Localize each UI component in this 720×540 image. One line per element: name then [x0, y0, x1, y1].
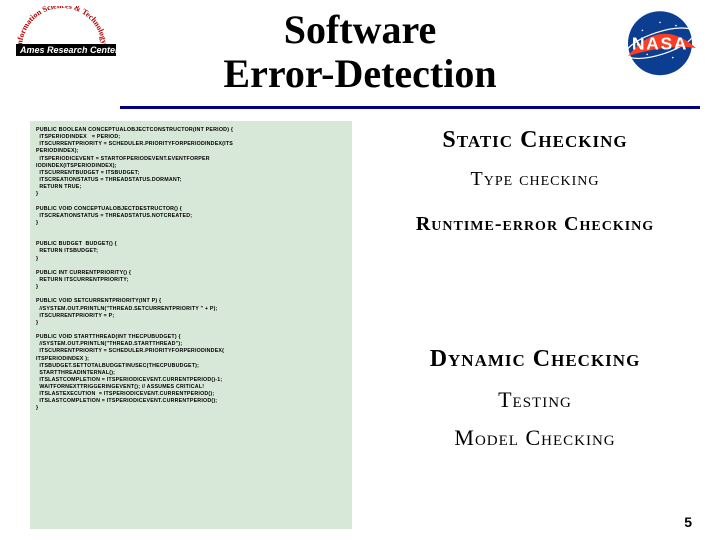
ames-arc-text: Information Sciences & Technology: [15, 6, 109, 48]
dynamic-checking-heading: Dynamic Checking: [370, 346, 700, 373]
code-sample: public boolean ConceptualObjectConstruct…: [30, 121, 352, 529]
testing-item: Testing: [370, 387, 700, 413]
svg-text:Information Sciences & Technol: Information Sciences & Technology: [15, 6, 109, 48]
slide-title: Software Error-Detection: [20, 8, 700, 96]
nasa-text: NASA: [632, 34, 688, 54]
ames-label: Ames Research Center: [19, 45, 119, 55]
slide-body: public boolean ConceptualObjectConstruct…: [0, 115, 720, 539]
runtime-error-checking-item: Runtime-error Checking: [370, 213, 700, 236]
page-number: 5: [684, 514, 692, 530]
type-checking-item: Type checking: [370, 168, 700, 191]
header-divider: [120, 106, 700, 109]
checking-list: Static Checking Type checking Runtime-er…: [370, 121, 700, 529]
static-checking-heading: Static Checking: [370, 127, 700, 154]
ames-logo: Information Sciences & Technology Ames R…: [10, 6, 120, 61]
nasa-logo: NASA: [620, 8, 700, 78]
spacer: [370, 236, 700, 346]
model-checking-item: Model Checking: [370, 425, 700, 451]
slide-header: Information Sciences & Technology Ames R…: [0, 0, 720, 100]
nasa-meatball-icon: NASA: [620, 8, 700, 78]
ames-arc-icon: Information Sciences & Technology Ames R…: [10, 6, 120, 56]
title-line-1: Software: [284, 7, 437, 52]
title-line-2: Error-Detection: [223, 51, 496, 96]
